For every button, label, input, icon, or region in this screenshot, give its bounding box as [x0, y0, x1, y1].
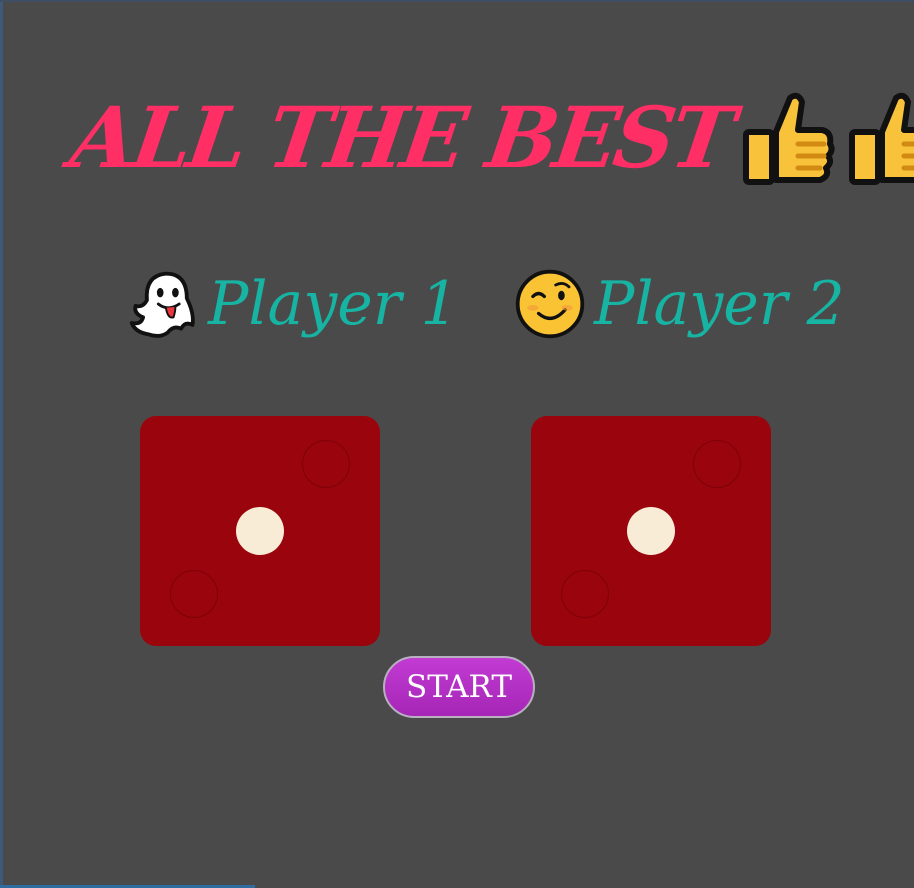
- start-button[interactable]: START: [383, 656, 535, 718]
- die-player-2: [531, 416, 771, 646]
- die-pip-faint: [561, 570, 609, 618]
- page-title: ALL THE BEST: [65, 78, 914, 198]
- thumbs-up-icon: [848, 92, 914, 185]
- ghost-icon: [129, 271, 195, 338]
- player-1-heading: Player 1: [126, 262, 459, 346]
- die-pip: [236, 507, 284, 555]
- title-text: ALL THE BEST: [65, 88, 737, 187]
- player-2-heading: Player 2: [512, 262, 845, 346]
- die-pip-faint: [170, 570, 218, 618]
- die-player-1: [140, 416, 380, 646]
- game-page: ALL THE BEST Player 1 Player 2 START: [0, 0, 914, 888]
- window-edge-top: [0, 0, 914, 2]
- player-1-label: Player 1: [208, 269, 459, 339]
- player-2-label: Player 2: [594, 269, 845, 339]
- die-pip-faint: [693, 440, 741, 488]
- die-pip: [627, 507, 675, 555]
- die-pip-faint: [302, 440, 350, 488]
- thumbs-up-icon: [742, 92, 835, 185]
- window-edge-left: [0, 0, 3, 888]
- winking-face-icon: [515, 269, 585, 339]
